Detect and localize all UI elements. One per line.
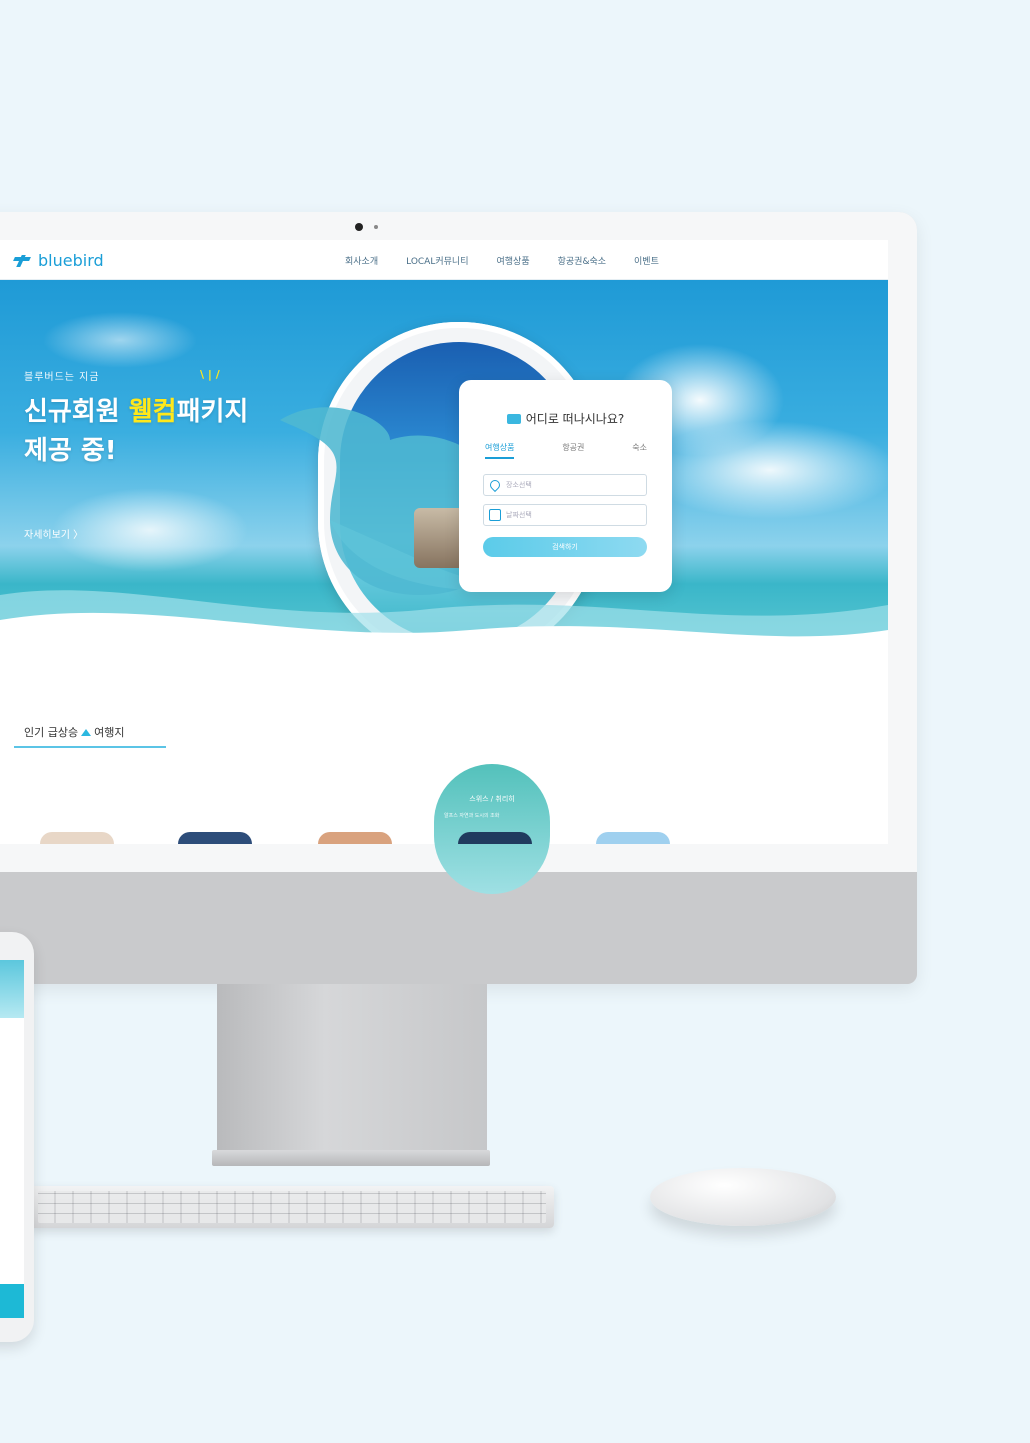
tab-flight[interactable]: 항공권 bbox=[562, 442, 584, 459]
hero-title-line2: 제공 중! bbox=[24, 436, 117, 466]
hero-wave bbox=[0, 590, 888, 685]
top-nav: bluebird 회사소개 LOCAL커뮤니티 여행상품 항공권&숙소 이벤트 bbox=[0, 240, 888, 280]
suitcase-icon bbox=[506, 414, 521, 424]
phone-mockup bbox=[0, 932, 34, 1342]
tab-travel[interactable]: 여행상품 bbox=[485, 442, 515, 459]
date-field[interactable]: 날짜선택 bbox=[483, 504, 647, 526]
destination-thumb[interactable] bbox=[178, 832, 252, 844]
nav-item-travel[interactable]: 여행상품 bbox=[496, 254, 529, 267]
hero-title: 신규회원 웰컴패키지 제공 중! bbox=[24, 397, 249, 466]
arrow-up-icon bbox=[81, 729, 92, 736]
logo-text: bluebird bbox=[38, 251, 104, 270]
more-link[interactable]: 자세히보기 〉 bbox=[24, 526, 83, 541]
destination-thumb[interactable] bbox=[458, 832, 532, 844]
nav-item-community[interactable]: LOCAL커뮤니티 bbox=[406, 254, 468, 267]
main-menu: 회사소개 LOCAL커뮤니티 여행상품 항공권&숙소 이벤트 bbox=[345, 254, 659, 267]
monitor-chin bbox=[0, 872, 917, 984]
hero-text: 블루버드는 지금 신규회원 웰컴패키지 제공 중! bbox=[24, 368, 248, 471]
nav-item-about[interactable]: 회사소개 bbox=[345, 254, 378, 267]
camera-sensor bbox=[374, 225, 378, 229]
nav-item-flight-hotel[interactable]: 항공권&숙소 bbox=[558, 254, 606, 267]
hero-highlight: 웰컴 bbox=[128, 397, 177, 427]
destination-thumb[interactable] bbox=[318, 832, 392, 844]
destination-thumb[interactable] bbox=[40, 832, 114, 844]
search-card-title: 어디로 떠나시나요? bbox=[459, 410, 672, 427]
sparkle-icon: \ | / bbox=[200, 368, 220, 381]
search-button[interactable]: 검색하기 bbox=[483, 537, 647, 557]
logo[interactable]: bluebird bbox=[14, 251, 104, 270]
website-screen: bluebird 회사소개 LOCAL커뮤니티 여행상품 항공권&숙소 이벤트 bbox=[0, 240, 888, 844]
bird-logo-icon bbox=[14, 254, 32, 268]
search-card: 어디로 떠나시나요? 여행상품 항공권 숙소 장소선택 날짜선택 검색하기 bbox=[459, 380, 672, 592]
monitor-stand bbox=[217, 984, 487, 1156]
monitor-stand-base bbox=[212, 1150, 490, 1166]
mouse bbox=[650, 1168, 836, 1226]
destination-thumb[interactable] bbox=[596, 832, 670, 844]
popular-title: 인기 급상승 여행지 bbox=[14, 724, 166, 748]
location-pin-icon bbox=[487, 477, 503, 493]
camera-icon bbox=[355, 223, 363, 231]
nav-item-event[interactable]: 이벤트 bbox=[634, 254, 659, 267]
search-tabs: 여행상품 항공권 숙소 bbox=[485, 442, 647, 459]
place-field[interactable]: 장소선택 bbox=[483, 474, 647, 496]
calendar-icon bbox=[489, 509, 501, 521]
featured-destination[interactable]: 스위스 / 취리히 알프스 자연과 도시의 조화 bbox=[434, 764, 550, 894]
keyboard bbox=[30, 1186, 554, 1228]
tab-hotel[interactable]: 숙소 bbox=[632, 442, 647, 459]
